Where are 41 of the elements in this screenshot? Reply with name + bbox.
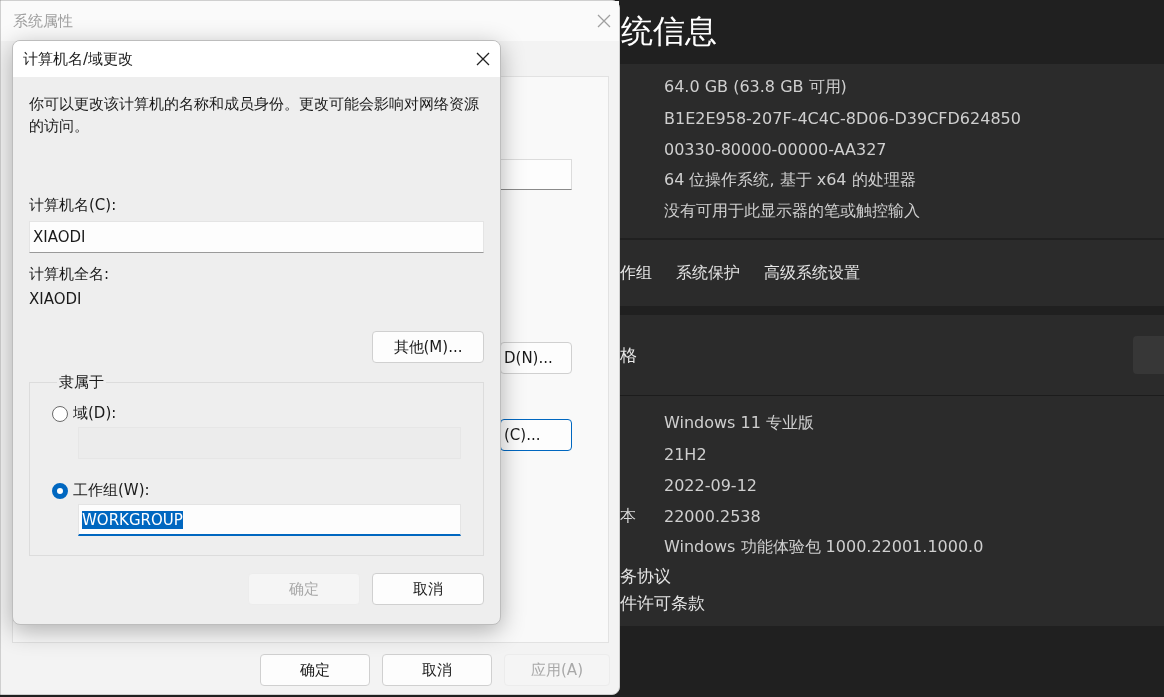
dialog-button[interactable]: (C)... <box>500 419 572 451</box>
computer-name-field[interactable]: XIAODI <box>29 221 484 253</box>
footer-button[interactable]: 取消 <box>382 654 492 686</box>
spec-value: 00330-80000-00000-AA327 <box>664 140 887 159</box>
spec-label: 本 <box>620 506 637 527</box>
option-field[interactable]: WORKGROUP <box>78 504 461 536</box>
window-title: 系统属性 <box>13 11 73 31</box>
spec-value: Windows 11 专业版 <box>664 413 814 434</box>
close-icon[interactable] <box>476 52 490 66</box>
radio-option[interactable]: 域(D): <box>52 404 483 423</box>
spec-value: 没有可用于此显示器的笔或触控输入 <box>664 201 920 222</box>
related-link[interactable]: 系统保护 <box>676 262 740 284</box>
section-title: 格 <box>620 343 637 367</box>
radio-option[interactable]: 工作组(W): <box>52 481 483 500</box>
radio-icon[interactable] <box>52 482 68 499</box>
dialog-title: 计算机名/域更改 <box>23 49 134 69</box>
agreement-link[interactable]: 件许可条款 <box>620 592 705 615</box>
page-title: 统信息 <box>620 11 717 52</box>
field-label: 计算机全名: <box>29 264 111 285</box>
dialog-button[interactable]: 取消 <box>372 573 484 605</box>
spec-value: Windows 功能体验包 1000.22001.1000.0 <box>664 537 984 558</box>
spec-value: 64.0 GB (63.8 GB 可用) <box>664 77 847 98</box>
spec-value: 22000.2538 <box>664 507 761 526</box>
spec-value: 2022-09-12 <box>664 476 757 495</box>
related-link[interactable]: 作组 <box>620 262 652 284</box>
field-label: 计算机名(C): <box>29 195 118 216</box>
agreement-link[interactable]: 务协议 <box>620 565 671 588</box>
radio-icon[interactable] <box>52 405 68 422</box>
dialog-button[interactable]: D(N)... <box>500 342 572 374</box>
more-button[interactable]: 其他(M)... <box>372 331 484 363</box>
full-name-text: XIAODI <box>29 289 83 310</box>
option-label: 工作组(W): <box>73 481 150 500</box>
spec-value: 21H2 <box>664 445 707 464</box>
option-label: 域(D): <box>73 404 117 423</box>
related-link[interactable]: 高级系统设置 <box>764 262 860 284</box>
description-text: 你可以更改该计算机的名称和成员身份。更改可能会影响对网络资源的访问。 <box>29 94 480 137</box>
footer-button[interactable]: 确定 <box>260 654 370 686</box>
spec-value: 64 位操作系统, 基于 x64 的处理器 <box>664 170 916 191</box>
group-legend: 隶属于 <box>57 373 106 392</box>
spec-value: B1E2E958-207F-4C4C-8D06-D39CFD624850 <box>664 109 1021 128</box>
input-field[interactable] <box>498 159 572 190</box>
